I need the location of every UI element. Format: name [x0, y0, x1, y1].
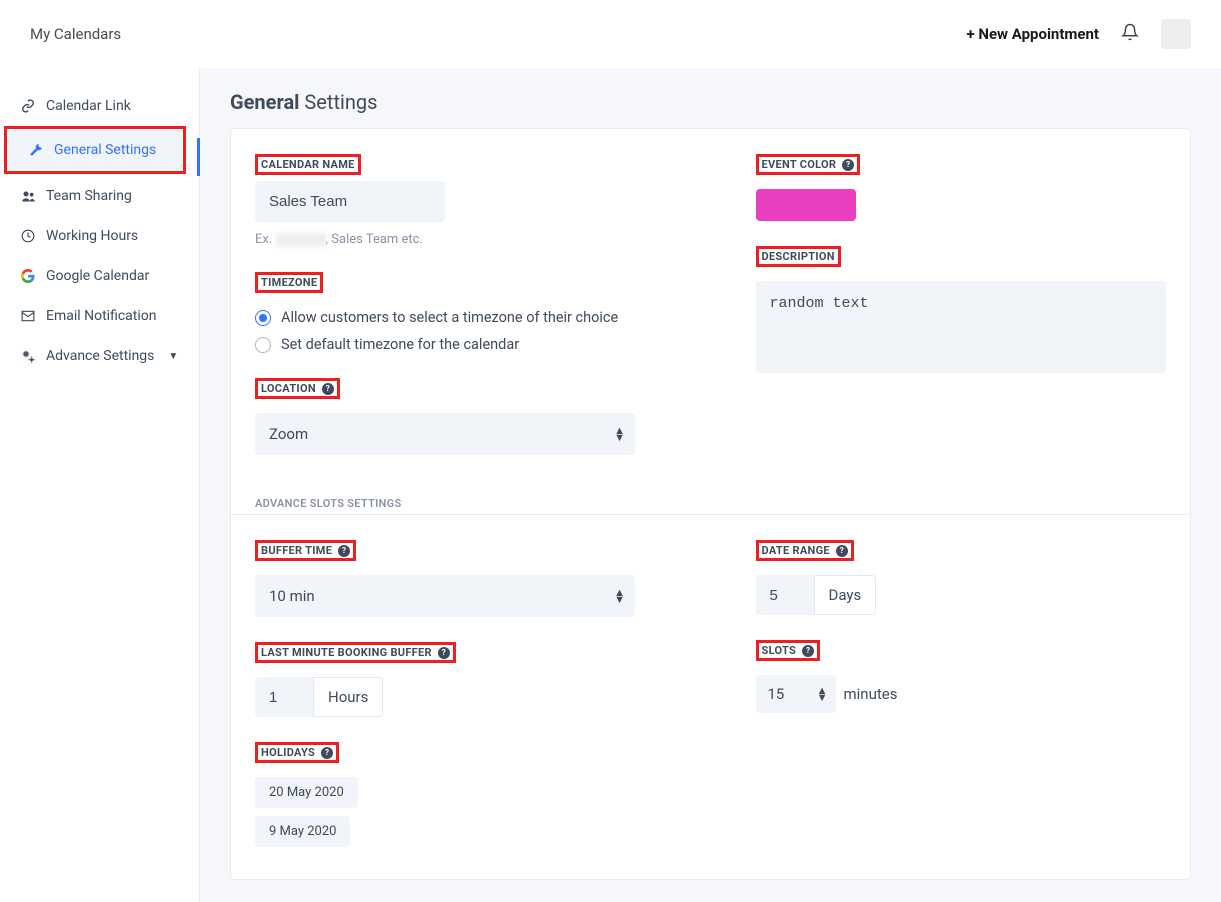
location-select[interactable]: Zoom ▲▼	[255, 413, 635, 455]
event-color-label-text: EVENT COLOR	[762, 158, 837, 171]
sidebar-item-label: Calendar Link	[46, 98, 131, 114]
buffer-time-label: BUFFER TIME ?	[255, 540, 356, 561]
chevron-down-icon: ▼	[168, 351, 178, 362]
buffer-time-label-text: BUFFER TIME	[261, 544, 332, 557]
last-minute-label: LAST MINUTE BOOKING BUFFER ?	[255, 642, 456, 663]
topbar: My Calendars + New Appointment	[0, 0, 1221, 68]
hint-suffix: , Sales Team etc.	[326, 232, 423, 247]
sidebar-item-label: Google Calendar	[46, 268, 149, 284]
calendar-name-input[interactable]	[255, 181, 445, 222]
hint-prefix: Ex.	[255, 232, 276, 247]
page-title: General Settings	[230, 90, 1191, 114]
location-label-text: LOCATION	[261, 382, 316, 395]
adv-right-column: DATE RANGE ? Days SLOTS ?	[756, 539, 1167, 855]
select-arrows-icon: ▲▼	[817, 687, 828, 701]
buffer-time-select[interactable]: 10 min ▲▼	[255, 575, 635, 617]
new-appointment-button[interactable]: + New Appointment	[966, 25, 1099, 43]
sidebar-item-google-calendar[interactable]: Google Calendar	[0, 256, 199, 296]
help-icon[interactable]: ?	[322, 383, 334, 395]
buffer-time-value: 10 min	[255, 575, 635, 617]
sidebar-item-working-hours[interactable]: Working Hours	[0, 216, 199, 256]
timezone-allow-radio[interactable]: Allow customers to select a timezone of …	[255, 309, 666, 326]
slots-unit: minutes	[844, 685, 898, 703]
select-arrows-icon: ▲▼	[614, 427, 625, 441]
left-column: CALENDAR NAME Ex. , Sales Team etc. TIME…	[255, 153, 666, 455]
help-icon[interactable]: ?	[836, 545, 848, 557]
timezone-label: TIMEZONE	[255, 272, 323, 293]
location-value: Zoom	[255, 413, 635, 455]
description-label: DESCRIPTION	[756, 246, 841, 267]
date-range-label-text: DATE RANGE	[762, 544, 830, 557]
sidebar: Calendar Link General Settings Team Shar…	[0, 68, 200, 902]
sidebar-item-email-notification[interactable]: Email Notification	[0, 296, 199, 336]
radio-unchecked-icon	[255, 337, 271, 353]
hint-redacted	[276, 233, 326, 247]
clock-icon	[20, 228, 36, 244]
google-icon	[20, 268, 36, 284]
holidays-label: HOLIDAYS ?	[255, 742, 339, 763]
topbar-actions: + New Appointment	[966, 19, 1191, 49]
page-title-rest: Settings	[299, 90, 377, 114]
last-minute-value-input[interactable]	[255, 677, 313, 717]
page-title-strong: General	[230, 90, 299, 114]
help-icon[interactable]: ?	[842, 159, 854, 171]
holidays-label-text: HOLIDAYS	[261, 746, 315, 759]
slots-label-text: SLOTS	[762, 644, 797, 657]
avatar[interactable]	[1161, 19, 1191, 49]
help-icon[interactable]: ?	[321, 747, 333, 759]
sidebar-item-advance-settings[interactable]: Advance Settings ▼	[0, 336, 199, 376]
description-textarea[interactable]: random text	[756, 281, 1167, 373]
advance-slots-header: ADVANCE SLOTS SETTINGS	[231, 479, 1190, 514]
date-range-unit: Days	[814, 575, 877, 615]
holiday-chip[interactable]: 9 May 2020	[255, 816, 350, 847]
bell-icon[interactable]	[1121, 23, 1139, 45]
slots-select[interactable]: 15 ▲▼	[756, 675, 836, 713]
date-range-value-input[interactable]	[756, 575, 814, 615]
timezone-allow-label: Allow customers to select a timezone of …	[281, 309, 618, 326]
sidebar-item-team-sharing[interactable]: Team Sharing	[0, 176, 199, 216]
help-icon[interactable]: ?	[438, 647, 450, 659]
mail-icon	[20, 308, 36, 324]
users-icon	[20, 188, 36, 204]
event-color-swatch[interactable]	[756, 189, 856, 221]
location-label: LOCATION ?	[255, 378, 340, 399]
sidebar-item-label: Advance Settings	[46, 348, 154, 364]
timezone-default-label: Set default timezone for the calendar	[281, 336, 519, 353]
slots-label: SLOTS ?	[756, 640, 821, 661]
content-area: General Settings CALENDAR NAME Ex. , Sal…	[200, 68, 1221, 902]
date-range-label: DATE RANGE ?	[756, 540, 854, 561]
sidebar-item-label: Team Sharing	[46, 188, 132, 204]
event-color-label: EVENT COLOR ?	[756, 154, 861, 175]
sidebar-item-calendar-link[interactable]: Calendar Link	[0, 86, 199, 126]
sidebar-item-label: General Settings	[54, 142, 156, 158]
last-minute-input-group: Hours	[255, 677, 666, 717]
select-arrows-icon: ▲▼	[614, 589, 625, 603]
calendar-name-label: CALENDAR NAME	[255, 154, 361, 175]
timezone-default-radio[interactable]: Set default timezone for the calendar	[255, 336, 666, 353]
page-breadcrumb: My Calendars	[30, 25, 121, 43]
help-icon[interactable]: ?	[338, 545, 350, 557]
calendar-name-hint: Ex. , Sales Team etc.	[255, 232, 666, 247]
date-range-input-group: Days	[756, 575, 1167, 615]
sidebar-item-label: Email Notification	[46, 308, 157, 324]
wrench-icon	[28, 142, 44, 158]
holiday-chip[interactable]: 20 May 2020	[255, 777, 358, 808]
sidebar-item-label: Working Hours	[46, 228, 138, 244]
radio-checked-icon	[255, 310, 271, 326]
sidebar-item-general-settings[interactable]: General Settings	[8, 130, 182, 170]
link-icon	[20, 98, 36, 114]
settings-card: CALENDAR NAME Ex. , Sales Team etc. TIME…	[230, 128, 1191, 880]
last-minute-unit: Hours	[313, 677, 383, 717]
last-minute-label-text: LAST MINUTE BOOKING BUFFER	[261, 646, 432, 659]
help-icon[interactable]: ?	[802, 645, 814, 657]
right-column: EVENT COLOR ? DESCRIPTION random text	[756, 153, 1167, 455]
gears-icon	[20, 348, 36, 364]
adv-left-column: BUFFER TIME ? 10 min ▲▼ LAST MINUTE BOOK…	[255, 539, 666, 855]
